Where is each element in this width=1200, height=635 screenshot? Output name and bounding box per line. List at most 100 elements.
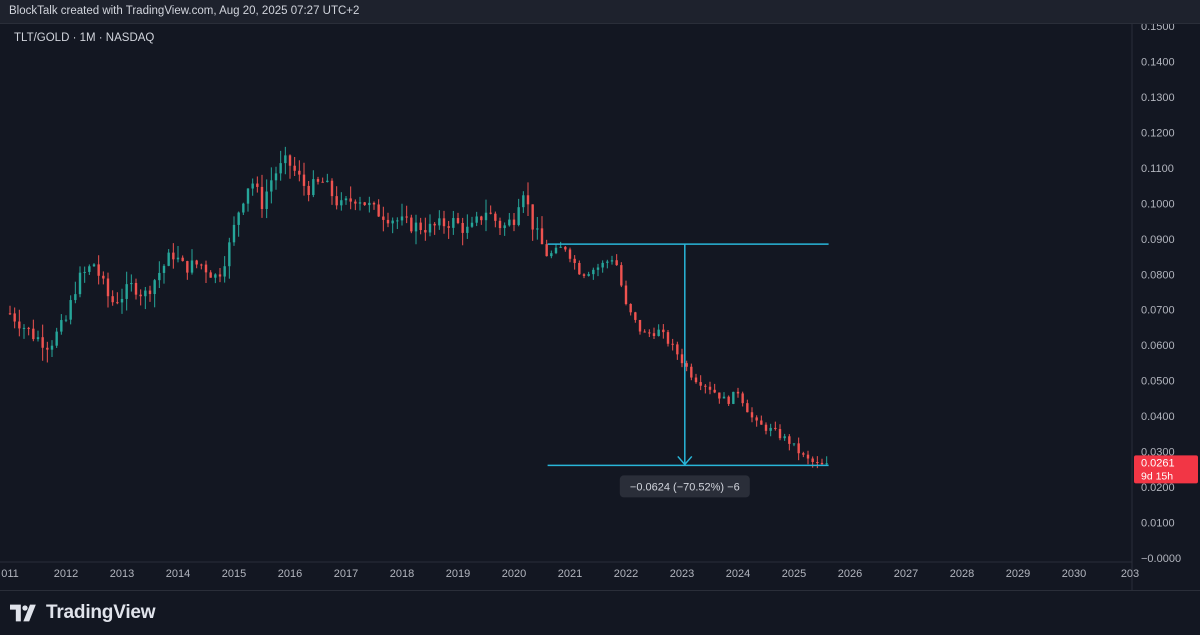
price-chart[interactable]: 0.1500 0.1400 0.1300 0.1200 0.1100 0.1000 0.09… (0, 24, 1200, 590)
x-tick-label: 2028 (950, 568, 974, 580)
candle-body (676, 344, 679, 355)
candle-body (582, 274, 586, 276)
candle-body (713, 389, 716, 393)
candle-body (470, 222, 474, 227)
candle-body (736, 391, 740, 394)
chart-background (0, 24, 1200, 590)
candle-body (708, 386, 712, 390)
candle-body (106, 278, 110, 297)
candle-body (195, 260, 198, 265)
candle-body (778, 429, 782, 439)
candle-body (232, 224, 236, 243)
candle-body (522, 195, 525, 208)
candle-body (130, 282, 133, 285)
candle-body (578, 262, 581, 275)
candle-body (228, 242, 231, 267)
candle-body (172, 252, 175, 260)
candle-body (587, 274, 590, 276)
candle-body (601, 262, 604, 268)
candle-body (302, 174, 306, 186)
candle-body (358, 202, 362, 204)
y-tick-label: 0.0800 (1141, 269, 1175, 281)
candle-body (97, 264, 100, 276)
candle-body (573, 258, 576, 263)
candle-body (433, 223, 436, 226)
candle-body (564, 246, 567, 250)
candle-body (746, 403, 749, 413)
candle-body (246, 188, 250, 204)
candle-body (251, 183, 254, 189)
x-tick-label: 011 (1, 568, 19, 580)
candle-body (410, 217, 413, 232)
candle-body (279, 163, 282, 174)
candle-body (223, 266, 226, 277)
candle-body (64, 319, 68, 321)
candle-body (489, 212, 492, 214)
tradingview-logo-icon (10, 604, 36, 622)
candle-body (802, 453, 805, 455)
candle-body (648, 332, 651, 334)
candle-body (680, 354, 684, 364)
candle-body (624, 285, 628, 305)
y-tick-label: 0.1300 (1141, 92, 1175, 104)
candle-body (284, 155, 287, 164)
brand[interactable]: TradingView (10, 601, 156, 625)
candle-body (176, 257, 180, 260)
candle-body (442, 218, 446, 227)
candle-body (293, 165, 296, 171)
candle-body (466, 226, 469, 233)
x-tick-label: 2027 (894, 568, 918, 580)
candle-body (260, 186, 264, 209)
candle-body (55, 331, 58, 346)
candle-body (447, 226, 450, 228)
candle-body (797, 443, 800, 454)
candle-body (438, 218, 441, 226)
candle-body (592, 269, 595, 275)
candle-body (774, 427, 777, 430)
candle-body (139, 294, 142, 297)
candle-body (568, 249, 572, 259)
candle-body (657, 329, 660, 336)
candle-body (349, 198, 352, 202)
candle-body (596, 267, 600, 270)
candle-body (8, 313, 12, 315)
candle-body (22, 327, 26, 329)
candle-body (461, 222, 464, 233)
y-tick-label: 0.0700 (1141, 305, 1175, 317)
candle-body (167, 252, 170, 266)
candle-body (718, 392, 721, 399)
x-tick-label: 2016 (278, 568, 302, 580)
candle-body (181, 257, 184, 262)
chart-caption: BlockTalk created with TradingView.com, … (9, 5, 360, 17)
candle-body (102, 275, 105, 279)
candle-body (704, 385, 707, 387)
candle-body (643, 331, 646, 333)
chart-area[interactable]: 0.1500 0.1400 0.1300 0.1200 0.1100 0.1000 0.09… (0, 24, 1200, 590)
candle-body (414, 222, 418, 232)
candle-body (788, 436, 791, 444)
x-tick-label: 2029 (1006, 568, 1030, 580)
brand-name: TradingView (46, 602, 156, 623)
candle-body (204, 264, 208, 273)
candle-body (335, 196, 338, 206)
candle-body (559, 246, 562, 248)
candle-body (18, 321, 21, 329)
candle-body (344, 198, 348, 201)
candle-body (494, 213, 497, 221)
candle-body (615, 260, 618, 266)
candle-body (825, 463, 828, 465)
y-tick-label: 0.1500 (1141, 24, 1175, 33)
measure-label: −0.0624 (−70.52%) −6 (630, 481, 740, 493)
candle-body (750, 412, 754, 418)
candle-body (111, 296, 114, 303)
candle-body (503, 225, 506, 229)
x-tick-label: 2023 (670, 568, 694, 580)
x-tick-label: 2018 (390, 568, 414, 580)
y-tick-label: 0.0400 (1141, 411, 1175, 423)
candle-body (550, 253, 553, 257)
price-tag-timer: 9d 15h (1141, 470, 1173, 482)
x-tick-label: 2012 (54, 568, 78, 580)
candle-body (428, 223, 432, 233)
candle-body (50, 345, 54, 350)
candle-body (354, 201, 357, 204)
